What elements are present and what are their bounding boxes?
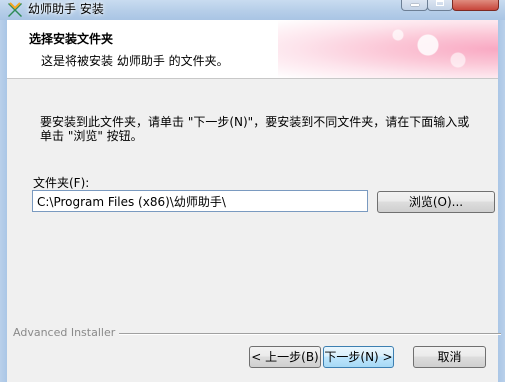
page-title: 选择安装文件夹 [29,32,114,46]
minimize-icon [411,4,419,6]
maximize-button[interactable] [427,0,453,11]
page-subtitle: 这是将被安装 幼师助手 的文件夹。 [41,54,229,68]
header-decoration [278,20,498,78]
browse-button[interactable]: 浏览(O)... [377,191,495,213]
instruction-text: 要安装到此文件夹，请单击 "下一步(N)"，要安装到不同文件夹，请在下面输入或单… [40,115,470,143]
window-frame-right [498,20,505,382]
cancel-button[interactable]: 取消 [413,346,486,368]
close-button[interactable] [452,0,499,11]
back-button[interactable]: < 上一步(B) [249,346,321,368]
header-banner: 选择安装文件夹 这是将被安装 幼师助手 的文件夹。 [7,20,498,79]
folder-path-input[interactable] [32,190,368,212]
minimize-button[interactable] [401,0,428,11]
window-title: 幼师助手 安装 [28,2,104,16]
maximize-icon [436,0,444,6]
window-frame-left [0,20,7,382]
installer-brand-label: Advanced Installer [13,326,120,339]
installer-x-icon [8,2,22,17]
title-bar[interactable]: 幼师助手 安装 [0,0,505,20]
folder-label: 文件夹(F): [33,176,90,190]
next-button[interactable]: 下一步(N) > [323,346,394,368]
